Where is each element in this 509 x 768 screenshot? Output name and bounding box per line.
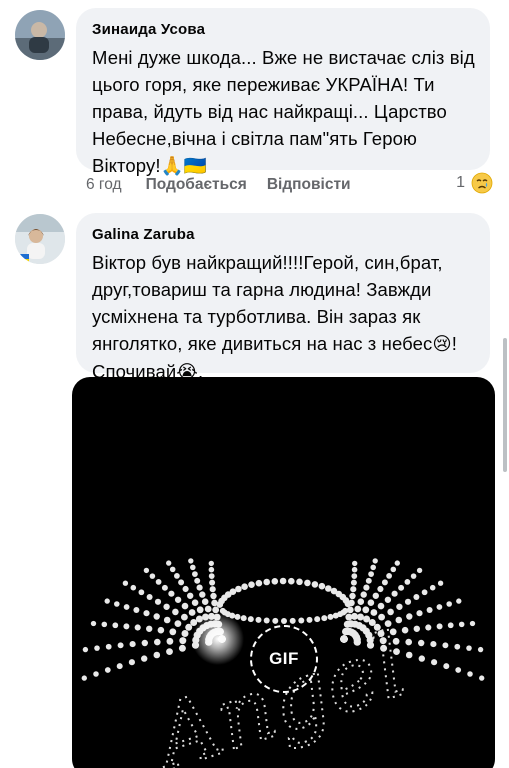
avatar-zinaida[interactable] [15, 10, 65, 60]
comment-line: янголятко, яке дивиться на нас з небес😢! [92, 330, 476, 358]
scrollbar[interactable] [503, 338, 507, 472]
comment-line: Віктор був найкращий!!!!Герой, син,брат, [92, 252, 443, 273]
avatar-photo-icon [15, 214, 65, 264]
comment-author[interactable]: Зинаида Усова [92, 20, 476, 40]
comment-line: права, йдуть від нас найкращі... Царство [92, 101, 447, 122]
comment-text: Віктор був найкращий!!!!Герой, син,брат,… [92, 249, 476, 386]
comment-line-text: янголятко, яке дивиться на нас з небес [92, 333, 433, 354]
comment-author[interactable]: Galina Zaruba [92, 225, 476, 245]
comment-timestamp[interactable]: 6 год [86, 176, 122, 194]
comments-thread: Зинаида Усова Мені дуже шкода... Вже не … [0, 0, 509, 768]
gif-play-badge[interactable]: GIF [250, 625, 318, 693]
comment-line: друг,товариш та гарна людина! Завжди [92, 279, 432, 300]
comment-line: усміхнена та турботлива. Він зараз як [92, 306, 421, 327]
avatar-photo-icon [15, 10, 65, 60]
comment-line: цього горя, яке переживає УКРАЇНА! Ти [92, 74, 435, 95]
comment-bubble-1: Зинаида Усова Мені дуже шкода... Вже не … [76, 8, 490, 177]
comment-line-text: Віктору! [92, 155, 161, 176]
comment-bubble-2: Galina Zaruba Віктор був найкращий!!!!Ге… [76, 213, 490, 383]
like-button[interactable]: Подобається [146, 176, 247, 194]
crying-face-icon [471, 172, 493, 194]
crying-face-icon: 😢 [432, 334, 452, 355]
comment-line-end: ! [451, 333, 457, 354]
comment-actions: 6 год Подобається Відповісти [86, 174, 371, 196]
angel-wings-image: Angel [81, 558, 485, 768]
gif-attachment[interactable]: Angel GIF [72, 377, 495, 768]
comment-line: Мені дуже шкода... Вже не вистачає сліз … [92, 47, 475, 68]
avatar-galina[interactable] [15, 214, 65, 264]
reaction-count: 1 [456, 174, 465, 191]
sparkle-icon [192, 613, 244, 665]
comment-text: Мені дуже шкода... Вже не вистачає сліз … [92, 44, 476, 180]
comment-line: Небесне,вічна і світла пам"ять Герою [92, 128, 417, 149]
reaction-summary[interactable]: 1 [456, 172, 493, 194]
reply-button[interactable]: Відповісти [267, 176, 351, 194]
